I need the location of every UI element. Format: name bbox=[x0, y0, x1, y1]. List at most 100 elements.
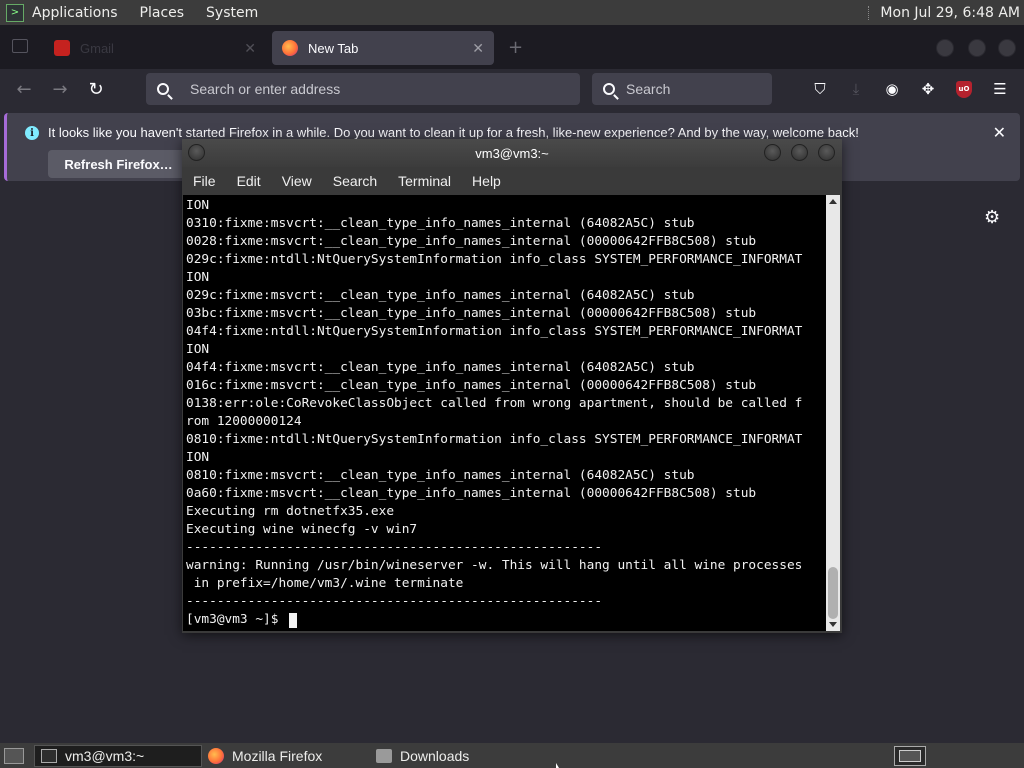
show-desktop-icon[interactable] bbox=[4, 747, 24, 764]
system-menu[interactable]: System bbox=[206, 5, 258, 21]
menu-edit[interactable]: Edit bbox=[237, 173, 261, 189]
terminal-window: vm3@vm3:~ File Edit View Search Terminal… bbox=[182, 139, 842, 633]
address-bar[interactable]: Search or enter address bbox=[146, 73, 580, 105]
menu-file[interactable]: File bbox=[193, 173, 216, 189]
account-icon[interactable]: ◉ bbox=[882, 79, 902, 99]
menu-icon[interactable]: ☰ bbox=[990, 79, 1010, 99]
terminal-logo-icon[interactable]: > bbox=[6, 3, 24, 22]
task-terminal[interactable]: vm3@vm3:~ bbox=[34, 745, 202, 767]
refresh-firefox-button[interactable]: Refresh Firefox… bbox=[48, 150, 189, 178]
scroll-thumb[interactable] bbox=[828, 567, 838, 619]
text-cursor bbox=[289, 612, 298, 628]
firefox-icon bbox=[208, 748, 224, 764]
reload-icon[interactable]: ↻ bbox=[84, 77, 108, 101]
minimize-button[interactable] bbox=[764, 144, 781, 161]
new-tab-plus-icon[interactable]: + bbox=[508, 37, 523, 58]
terminal-line: 0310:fixme:msvcrt:__clean_type_info_name… bbox=[186, 216, 695, 231]
terminal-line: 029c:fixme:ntdll:NtQuerySystemInformatio… bbox=[186, 252, 803, 267]
terminal-line: in prefix=/home/vm3/.wine terminate bbox=[186, 576, 464, 591]
tab-new-tab[interactable]: New Tab ✕ bbox=[272, 31, 494, 65]
terminal-line: 029c:fixme:msvcrt:__clean_type_info_name… bbox=[186, 288, 695, 303]
forward-icon[interactable]: → bbox=[48, 77, 72, 101]
terminal-line: 0a60:fixme:msvcrt:__clean_type_info_name… bbox=[186, 486, 757, 501]
info-icon: i bbox=[25, 126, 39, 140]
terminal-line: 0810:fixme:ntdll:NtQuerySystemInformatio… bbox=[186, 432, 803, 447]
terminal-line: rom 12000000124 bbox=[186, 414, 302, 429]
terminal-line: ION bbox=[186, 270, 210, 285]
terminal-line: ----------------------------------------… bbox=[186, 540, 603, 555]
applications-menu[interactable]: Applications bbox=[32, 5, 118, 21]
terminal-line: Executing wine winecfg -v win7 bbox=[186, 522, 418, 537]
terminal-output[interactable]: ION 0310:fixme:msvcrt:__clean_type_info_… bbox=[183, 195, 826, 631]
close-window-button[interactable] bbox=[818, 144, 835, 161]
gmail-icon bbox=[54, 40, 70, 56]
places-menu[interactable]: Places bbox=[140, 5, 185, 21]
menu-view[interactable]: View bbox=[282, 173, 312, 189]
terminal-line: warning: Running /usr/bin/wineserver -w.… bbox=[186, 558, 803, 573]
workspace-switcher[interactable] bbox=[894, 746, 926, 766]
terminal-line: Executing rm dotnetfx35.exe bbox=[186, 504, 395, 519]
tab-label: Gmail bbox=[80, 40, 114, 56]
prompt-line[interactable]: [vm3@vm3 ~]$ bbox=[186, 611, 826, 629]
close-icon[interactable]: ✕ bbox=[472, 40, 484, 57]
top-panel: > Applications Places System Mon Jul 29,… bbox=[0, 0, 1024, 25]
terminal-line: 0810:fixme:msvcrt:__clean_type_info_name… bbox=[186, 468, 695, 483]
terminal-menubar: File Edit View Search Terminal Help bbox=[182, 167, 842, 195]
window-title: vm3@vm3:~ bbox=[475, 145, 549, 161]
menu-search[interactable]: Search bbox=[333, 173, 377, 189]
search-placeholder: Search bbox=[626, 81, 671, 97]
terminal-line: ION bbox=[186, 198, 210, 213]
terminal-line: 0028:fixme:msvcrt:__clean_type_info_name… bbox=[186, 234, 757, 249]
window-menu-button[interactable] bbox=[188, 144, 205, 161]
task-firefox[interactable]: Mozilla Firefox bbox=[202, 745, 368, 767]
task-label: Mozilla Firefox bbox=[232, 748, 323, 764]
shell-prompt: [vm3@vm3 ~]$ bbox=[186, 612, 287, 627]
scroll-down-icon[interactable] bbox=[829, 622, 837, 627]
clock[interactable]: Mon Jul 29, 6:48 AM bbox=[880, 5, 1020, 21]
close-window-button[interactable] bbox=[998, 39, 1016, 57]
terminal-line: 0138:err:ole:CoRevokeClassObject called … bbox=[186, 396, 803, 411]
bottom-panel: vm3@vm3:~ Mozilla Firefox Downloads bbox=[0, 743, 1024, 768]
search-icon bbox=[592, 83, 626, 95]
back-icon[interactable]: ← bbox=[12, 77, 36, 101]
firefox-tabstrip: Gmail ✕ New Tab ✕ + bbox=[0, 25, 1024, 69]
extensions-icon[interactable]: ✥ bbox=[918, 79, 938, 99]
terminal-line: 03bc:fixme:msvcrt:__clean_type_info_name… bbox=[186, 306, 757, 321]
workspace-1[interactable] bbox=[899, 750, 921, 762]
terminal-line: 04f4:fixme:msvcrt:__clean_type_info_name… bbox=[186, 360, 695, 375]
folder-icon bbox=[376, 749, 392, 763]
tab-label: New Tab bbox=[308, 40, 359, 56]
terminal-line: 04f4:fixme:ntdll:NtQuerySystemInformatio… bbox=[186, 324, 803, 339]
terminal-scrollbar[interactable] bbox=[826, 195, 840, 631]
scroll-up-icon[interactable] bbox=[829, 199, 837, 204]
tab-gmail[interactable]: Gmail ✕ bbox=[44, 31, 266, 65]
firefox-navbar: ← → ↻ Search or enter address Search ⛉ ⤓… bbox=[0, 69, 1024, 109]
terminal-line: 016c:fixme:msvcrt:__clean_type_info_name… bbox=[186, 378, 757, 393]
firefox-icon bbox=[282, 40, 298, 56]
close-icon[interactable]: ✕ bbox=[993, 123, 1006, 142]
panel-separator bbox=[868, 5, 870, 20]
downloads-icon[interactable]: ⤓ bbox=[846, 79, 866, 99]
task-label: Downloads bbox=[400, 748, 470, 764]
gear-icon[interactable]: ⚙ bbox=[984, 207, 1000, 228]
ublock-icon[interactable]: uO bbox=[954, 79, 974, 99]
terminal-icon bbox=[41, 749, 57, 763]
maximize-button[interactable] bbox=[968, 39, 986, 57]
notification-message: It looks like you haven't started Firefo… bbox=[48, 125, 859, 140]
task-label: vm3@vm3:~ bbox=[65, 748, 145, 764]
maximize-button[interactable] bbox=[791, 144, 808, 161]
task-downloads[interactable]: Downloads bbox=[370, 745, 540, 767]
tab-list-icon[interactable] bbox=[12, 39, 28, 53]
desktop: > Applications Places System Mon Jul 29,… bbox=[0, 0, 1024, 768]
terminal-line: ION bbox=[186, 450, 210, 465]
close-icon[interactable]: ✕ bbox=[244, 40, 256, 57]
terminal-titlebar[interactable]: vm3@vm3:~ bbox=[182, 139, 842, 167]
search-bar[interactable]: Search bbox=[592, 73, 772, 105]
minimize-button[interactable] bbox=[936, 39, 954, 57]
terminal-line: ----------------------------------------… bbox=[186, 594, 603, 609]
menu-help[interactable]: Help bbox=[472, 173, 501, 189]
pocket-icon[interactable]: ⛉ bbox=[810, 79, 830, 99]
terminal-line: ION bbox=[186, 342, 210, 357]
address-placeholder: Search or enter address bbox=[190, 81, 341, 97]
menu-terminal[interactable]: Terminal bbox=[398, 173, 451, 189]
